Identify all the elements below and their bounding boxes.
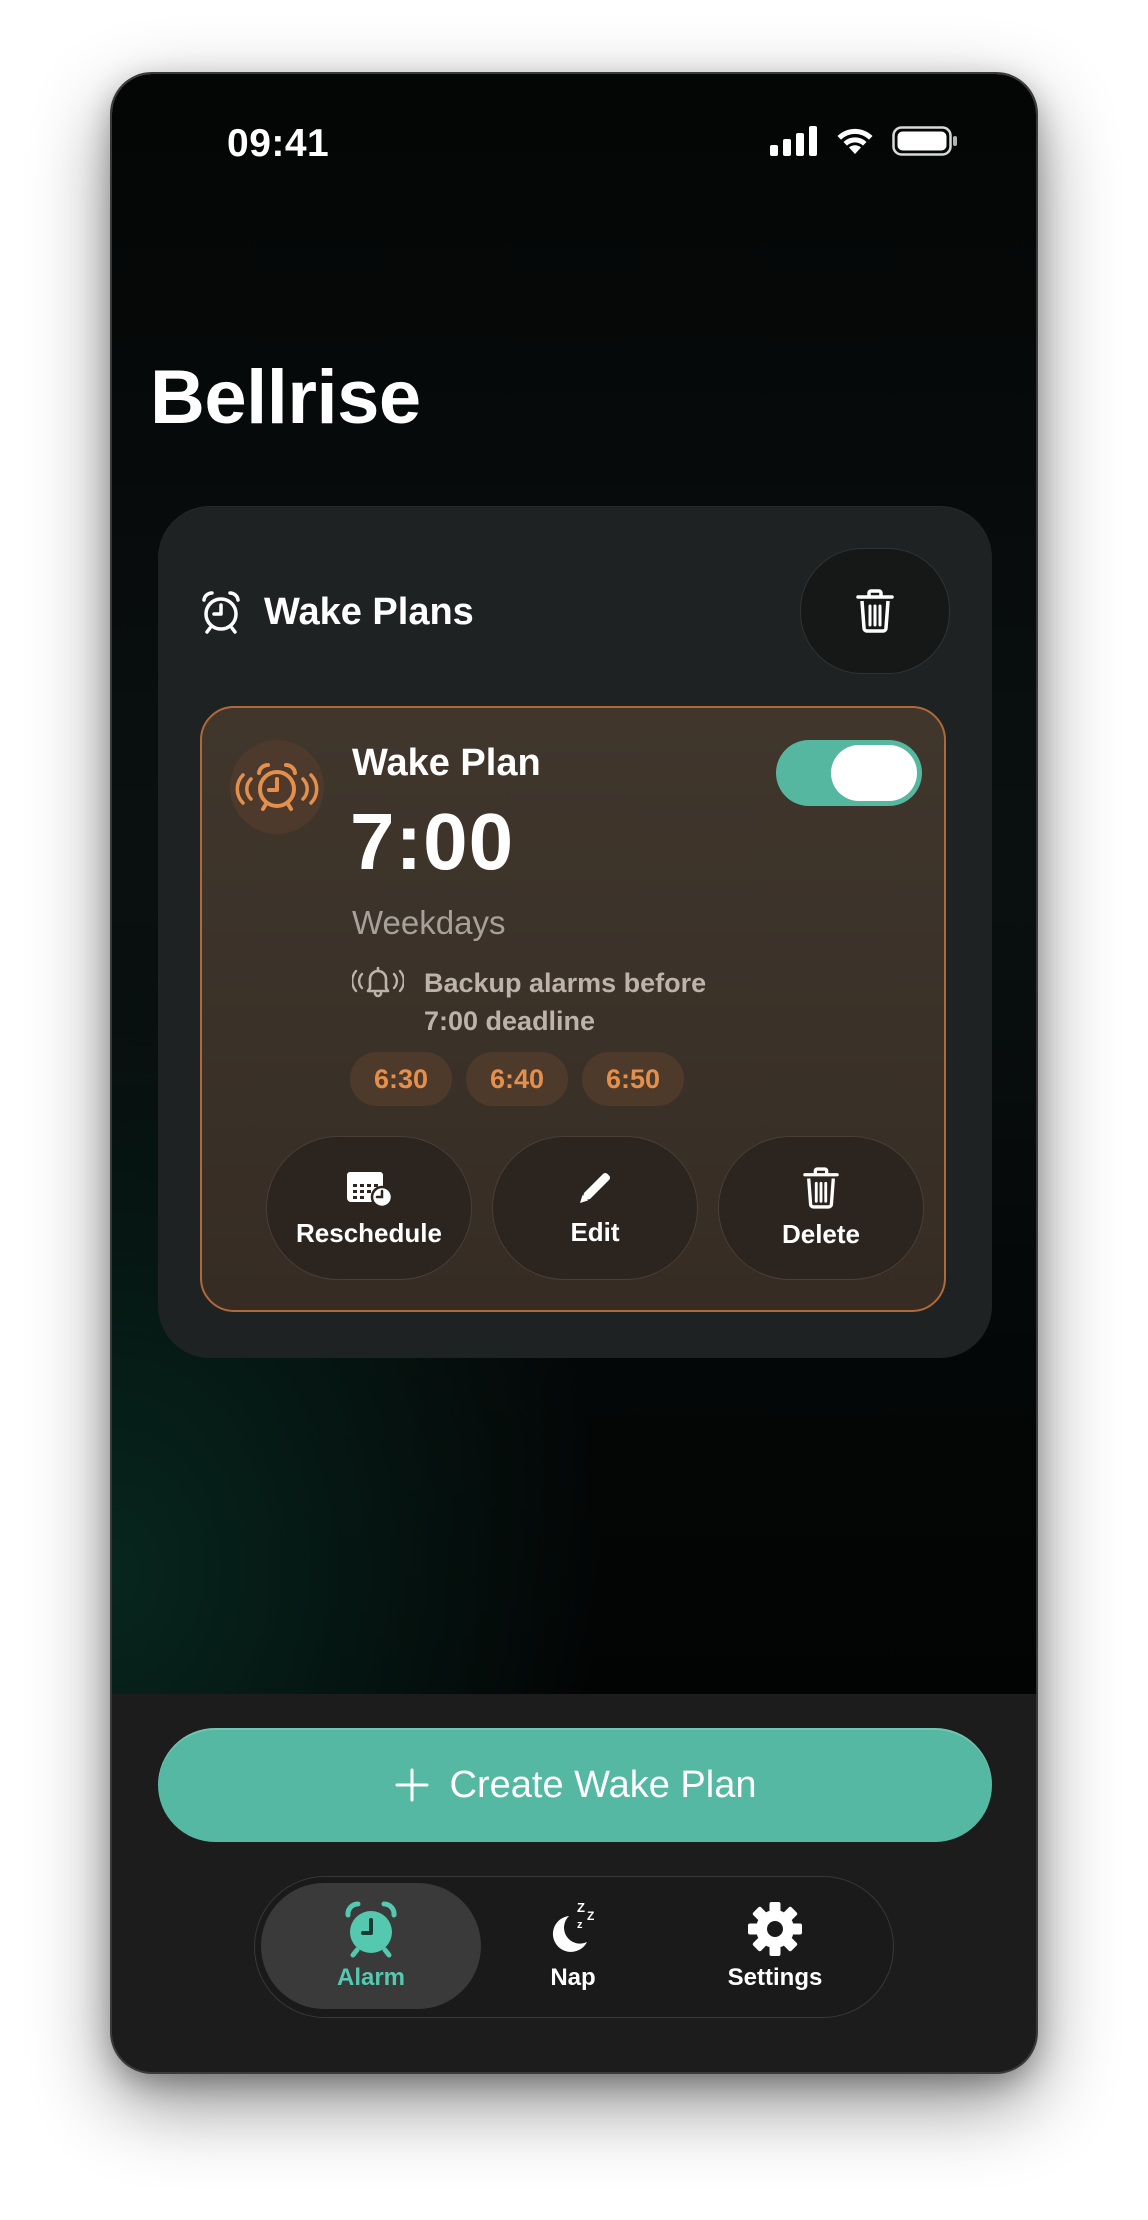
tab-bar: Alarm Z Z z Nap Settings xyxy=(254,1876,894,2018)
pencil-icon xyxy=(580,1172,611,1203)
app-title: Bellrise xyxy=(150,355,421,440)
svg-text:Z: Z xyxy=(577,1900,585,1915)
alarm-clock-icon xyxy=(345,1901,397,1958)
svg-text:z: z xyxy=(577,1919,583,1931)
wake-plans-header: Wake Plans xyxy=(200,590,474,634)
wifi-icon xyxy=(837,128,873,154)
status-time: 09:41 xyxy=(227,122,330,165)
plan-time: 7:00 xyxy=(350,797,515,886)
trash-icon xyxy=(856,589,894,633)
plan-name: Wake Plan xyxy=(352,742,541,784)
tab-alarm[interactable]: Alarm xyxy=(261,1883,481,2009)
tab-settings[interactable]: Settings xyxy=(665,1883,885,2009)
wake-plans-title: Wake Plans xyxy=(264,590,474,633)
tab-nap[interactable]: Z Z z Nap xyxy=(463,1883,683,2009)
alarm-clock-icon xyxy=(202,591,240,634)
delete-label: Delete xyxy=(781,1218,861,1249)
backup-time-chip: 6:40 xyxy=(466,1052,568,1106)
delete-all-button[interactable] xyxy=(800,548,950,674)
tab-alarm-label: Alarm xyxy=(336,1964,406,1991)
moon-zzz-icon: Z Z z xyxy=(552,1900,594,1952)
tab-nap-label: Nap xyxy=(550,1964,596,1991)
tab-settings-label: Settings xyxy=(727,1964,823,1991)
calendar-clock-icon xyxy=(347,1171,393,1208)
phone-screen: 09:41 Bellrise Wake Plans Wake Plan 7:00… xyxy=(112,74,1036,2072)
backup-time-chip: 6:50 xyxy=(582,1052,684,1106)
backup-info: Backup alarms before 7:00 deadline xyxy=(352,964,764,1040)
plan-enabled-toggle[interactable] xyxy=(776,740,922,806)
plus-icon xyxy=(395,1768,429,1802)
trash-icon xyxy=(803,1166,839,1209)
create-wake-plan-button[interactable]: Create Wake Plan xyxy=(158,1728,992,1842)
reschedule-label: Reschedule xyxy=(296,1217,442,1248)
edit-label: Edit xyxy=(570,1216,620,1247)
toggle-knob xyxy=(831,745,917,801)
reschedule-button[interactable]: Reschedule xyxy=(266,1136,472,1280)
status-bar: 09:41 xyxy=(112,74,1036,214)
bottom-bar: Create Wake Plan Alarm Z Z z Nap Setting… xyxy=(112,1694,1036,2072)
edit-button[interactable]: Edit xyxy=(492,1136,698,1280)
wake-plan-card[interactable]: Wake Plan 7:00 Weekdays Backup alarms be… xyxy=(200,706,946,1312)
cellular-signal-icon xyxy=(770,126,817,156)
backup-text-line1: Backup alarms before xyxy=(424,968,707,998)
delete-button[interactable]: Delete xyxy=(718,1136,924,1280)
backup-text-line2: 7:00 deadline xyxy=(424,1006,596,1036)
backup-text: Backup alarms before 7:00 deadline xyxy=(424,964,764,1040)
svg-text:Z: Z xyxy=(587,1909,594,1923)
status-icons xyxy=(770,126,958,156)
plan-icon-badge xyxy=(230,740,324,834)
plan-actions: Reschedule Edit Delete xyxy=(266,1136,924,1280)
wake-plans-card: Wake Plans Wake Plan 7:00 Weekdays Backu… xyxy=(158,506,992,1358)
backup-time-chip: 6:30 xyxy=(350,1052,452,1106)
ringing-alarm-icon xyxy=(235,762,319,811)
plan-days: Weekdays xyxy=(352,904,506,941)
battery-icon xyxy=(892,126,957,156)
gear-icon xyxy=(748,1902,802,1956)
create-wake-plan-label: Create Wake Plan xyxy=(449,1763,757,1806)
bell-ringing-icon xyxy=(352,966,404,998)
backup-time-chips: 6:30 6:40 6:50 xyxy=(350,1052,684,1106)
